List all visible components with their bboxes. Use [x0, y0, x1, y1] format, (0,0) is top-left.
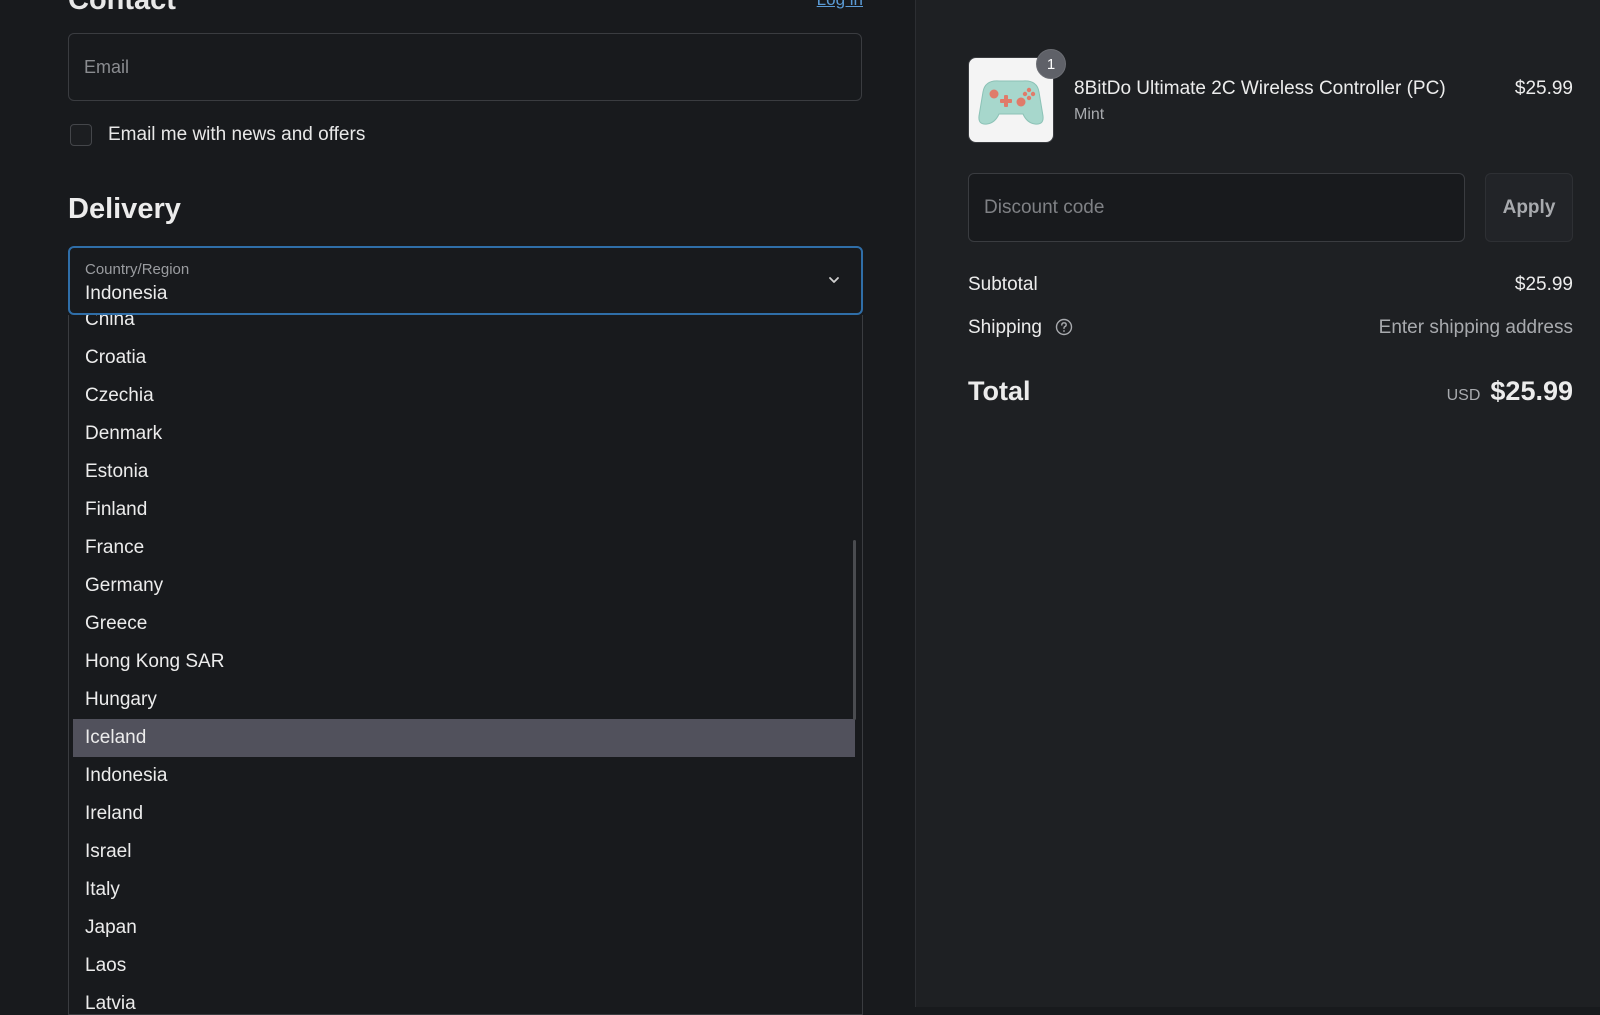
country-select-label: Country/Region	[85, 261, 190, 278]
country-select-value: Indonesia	[85, 283, 168, 304]
country-option[interactable]: Ireland	[73, 795, 855, 833]
checkout-form: Contact Log in Email me with news and of…	[0, 0, 915, 1015]
country-option[interactable]: Hungary	[73, 681, 855, 719]
country-option[interactable]: Finland	[73, 491, 855, 529]
total-amount-group: USD $25.99	[1447, 376, 1573, 407]
country-option[interactable]: Israel	[73, 833, 855, 871]
country-option[interactable]: Indonesia	[73, 757, 855, 795]
subtotal-row: Subtotal $25.99	[968, 274, 1573, 296]
newsletter-row[interactable]: Email me with news and offers	[70, 122, 365, 148]
subtotal-label: Subtotal	[968, 274, 1038, 295]
discount-code-input[interactable]	[968, 173, 1465, 242]
country-option[interactable]: China	[73, 315, 855, 339]
country-option[interactable]: Iceland	[73, 719, 855, 757]
country-options: China Croatia Czechia Denmark Estonia Finland…	[69, 315, 859, 1014]
shipping-value: Enter shipping address	[1378, 317, 1573, 338]
country-option[interactable]: Hong Kong SAR	[73, 643, 855, 681]
product-thumbnail: 1	[968, 49, 1066, 143]
quantity-badge: 1	[1036, 49, 1066, 79]
newsletter-checkbox[interactable]	[70, 124, 92, 146]
help-circle-icon[interactable]	[1055, 318, 1073, 336]
product-name: 8BitDo Ultimate 2C Wireless Controller (…	[1074, 78, 1446, 99]
subtotal-value: $25.99	[1514, 274, 1573, 295]
newsletter-label: Email me with news and offers	[108, 124, 366, 145]
total-value: $25.99	[1490, 376, 1573, 406]
country-dropdown-list[interactable]: China Croatia Czechia Denmark Estonia Finland…	[68, 315, 863, 1015]
country-option[interactable]: Italy	[73, 871, 855, 909]
country-option[interactable]: Denmark	[73, 415, 855, 453]
country-option[interactable]: Laos	[73, 947, 855, 985]
country-select[interactable]: Country/Region Indonesia	[68, 246, 863, 315]
country-option[interactable]: Latvia	[73, 985, 855, 1014]
country-option[interactable]: Greece	[73, 605, 855, 643]
shipping-label: Shipping	[968, 317, 1042, 338]
country-option[interactable]: Japan	[73, 909, 855, 947]
order-summary	[915, 0, 1600, 1007]
country-option[interactable]: France	[73, 529, 855, 567]
apply-discount-button[interactable]: Apply	[1485, 173, 1573, 242]
country-option[interactable]: Estonia	[73, 453, 855, 491]
login-link[interactable]: Log in	[817, 0, 863, 10]
product-variant: Mint	[1074, 106, 1105, 123]
chevron-down-icon	[829, 277, 839, 283]
currency-code: USD	[1446, 387, 1481, 404]
delivery-title: Delivery	[68, 193, 181, 225]
country-option[interactable]: Czechia	[73, 377, 855, 415]
country-option[interactable]: Germany	[73, 567, 855, 605]
total-label: Total	[968, 376, 1031, 406]
country-option[interactable]: Croatia	[73, 339, 855, 377]
product-price: $25.99	[1514, 78, 1573, 99]
email-input[interactable]	[68, 33, 862, 101]
cart-line-item: 1 8BitDo Ultimate 2C Wireless Controller…	[968, 49, 1573, 143]
dropdown-scrollbar[interactable]	[853, 540, 856, 720]
shipping-row: Shipping Enter shipping address	[968, 317, 1573, 339]
contact-title: Contact	[68, 0, 176, 16]
